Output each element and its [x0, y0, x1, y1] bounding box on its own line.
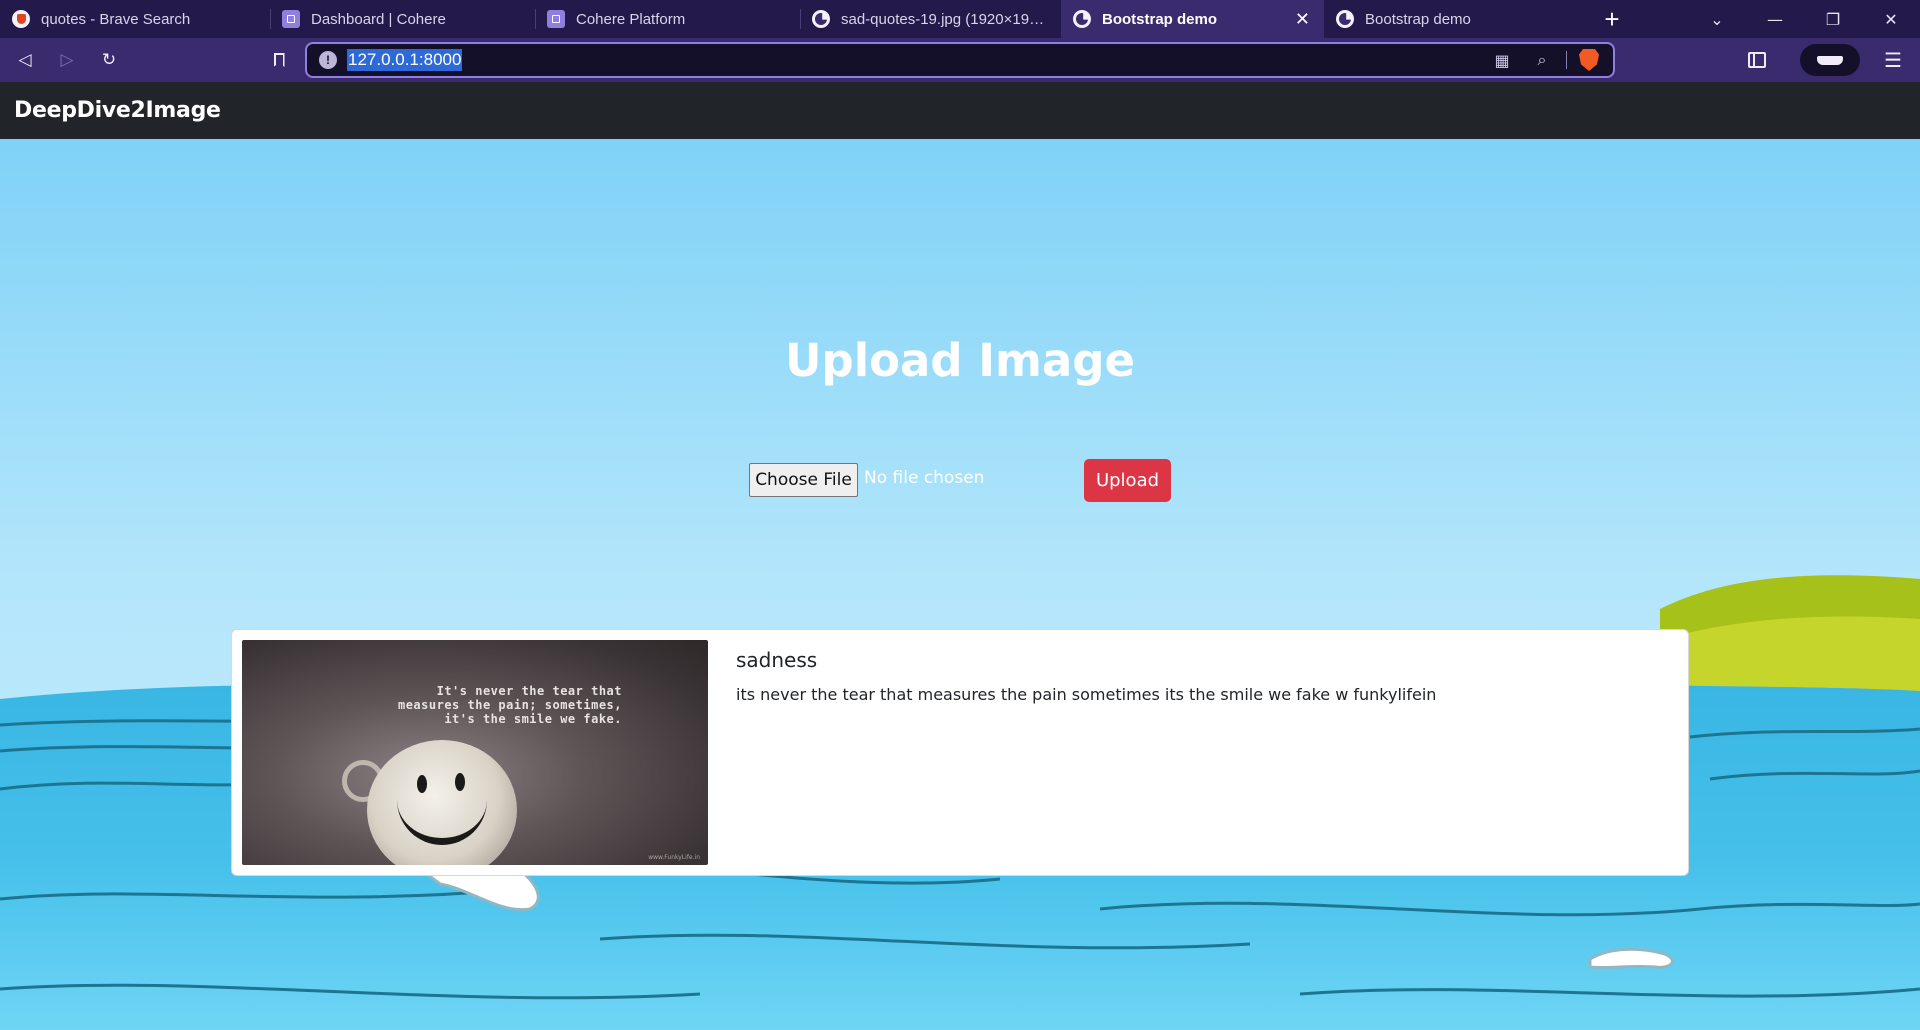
brave-wallet-button[interactable]: [1800, 44, 1861, 76]
ocean-illustration: [0, 139, 1920, 1030]
tab-cohere-platform[interactable]: Cohere Platform: [535, 0, 800, 38]
reload-icon[interactable]: ↻: [92, 43, 126, 77]
new-tab-button[interactable]: +: [1587, 0, 1637, 38]
ocean-background: Upload Image Choose File No file chosen …: [0, 139, 1920, 1030]
smiley-mouth: [397, 795, 487, 845]
smiley-eye: [455, 773, 465, 791]
image-quote-line: measures the pain; sometimes,: [397, 698, 622, 712]
url-text[interactable]: 127.0.0.1:8000: [347, 49, 463, 71]
uploaded-image-thumbnail: It's never the tear that measures the pa…: [242, 640, 708, 865]
close-tab-icon[interactable]: ✕: [1295, 9, 1310, 30]
divider: [1566, 51, 1567, 69]
tab-sad-quotes-image[interactable]: sad-quotes-19.jpg (1920×1920): [800, 0, 1061, 38]
tab-label: Bootstrap demo: [1102, 10, 1218, 28]
tab-dashboard-cohere[interactable]: Dashboard | Cohere: [270, 0, 535, 38]
browser-toolbar: ◁ ▷ ↻ ! 127.0.0.1:8000 ▦ ⌕ ☰: [0, 38, 1920, 82]
tab-search-chevron-icon[interactable]: ⌄: [1688, 0, 1746, 38]
tab-quotes-brave-search[interactable]: quotes - Brave Search: [0, 0, 270, 38]
bookmark-icon[interactable]: [262, 42, 296, 78]
tab-bootstrap-demo-active[interactable]: Bootstrap demo ✕: [1061, 0, 1324, 38]
upload-heading: Upload Image: [784, 334, 1136, 387]
tab-bootstrap-demo[interactable]: Bootstrap demo: [1324, 0, 1587, 38]
site-navbar: DeepDive2Image: [0, 82, 1920, 139]
site-info-icon[interactable]: !: [319, 51, 337, 69]
choose-file-button[interactable]: Choose File: [749, 463, 858, 497]
card-text: its never the tear that measures the pai…: [736, 685, 1437, 704]
forward-icon[interactable]: ▷: [50, 43, 84, 77]
close-window-icon[interactable]: ✕: [1862, 0, 1920, 38]
menu-icon[interactable]: ☰: [1884, 48, 1902, 72]
globe-icon: [812, 10, 830, 28]
tab-label: Dashboard | Cohere: [311, 10, 446, 28]
glasses-icon: [1817, 55, 1844, 65]
smiley-eye: [417, 775, 427, 793]
image-quote-line: It's never the tear that: [436, 684, 622, 698]
sidebar-toggle-icon[interactable]: [1748, 52, 1767, 68]
image-quote-line: it's the smile we fake.: [444, 712, 622, 726]
card-title: sadness: [736, 648, 818, 672]
brave-shields-icon[interactable]: [1579, 49, 1599, 71]
brave-icon: [12, 10, 30, 28]
tab-strip: quotes - Brave Search Dashboard | Cohere…: [0, 0, 1920, 38]
restore-icon[interactable]: ❐: [1804, 0, 1862, 38]
minimize-icon[interactable]: —: [1746, 0, 1804, 38]
qr-code-icon[interactable]: ▦: [1482, 45, 1522, 75]
tab-label: sad-quotes-19.jpg (1920×1920): [841, 10, 1047, 28]
back-icon[interactable]: ◁: [8, 43, 42, 77]
navbar-brand[interactable]: DeepDive2Image: [14, 98, 221, 123]
result-card: It's never the tear that measures the pa…: [231, 629, 1689, 876]
smiley-face: [367, 740, 517, 865]
globe-icon: [1073, 10, 1091, 28]
tab-label: quotes - Brave Search: [41, 10, 191, 28]
tab-label: Bootstrap demo: [1365, 10, 1471, 28]
cohere-icon: [547, 10, 565, 28]
file-status-text: No file chosen: [864, 468, 985, 488]
cohere-icon: [282, 10, 300, 28]
tab-label: Cohere Platform: [576, 10, 686, 28]
page-viewport: DeepDive2Image Upload Image Choose File …: [0, 82, 1920, 1030]
zoom-icon[interactable]: ⌕: [1522, 45, 1562, 75]
upload-button[interactable]: Upload: [1084, 459, 1171, 502]
image-watermark: www.FunkyLife.in: [648, 854, 700, 861]
globe-icon: [1336, 10, 1354, 28]
address-bar[interactable]: ! 127.0.0.1:8000 ▦ ⌕: [305, 42, 1615, 78]
